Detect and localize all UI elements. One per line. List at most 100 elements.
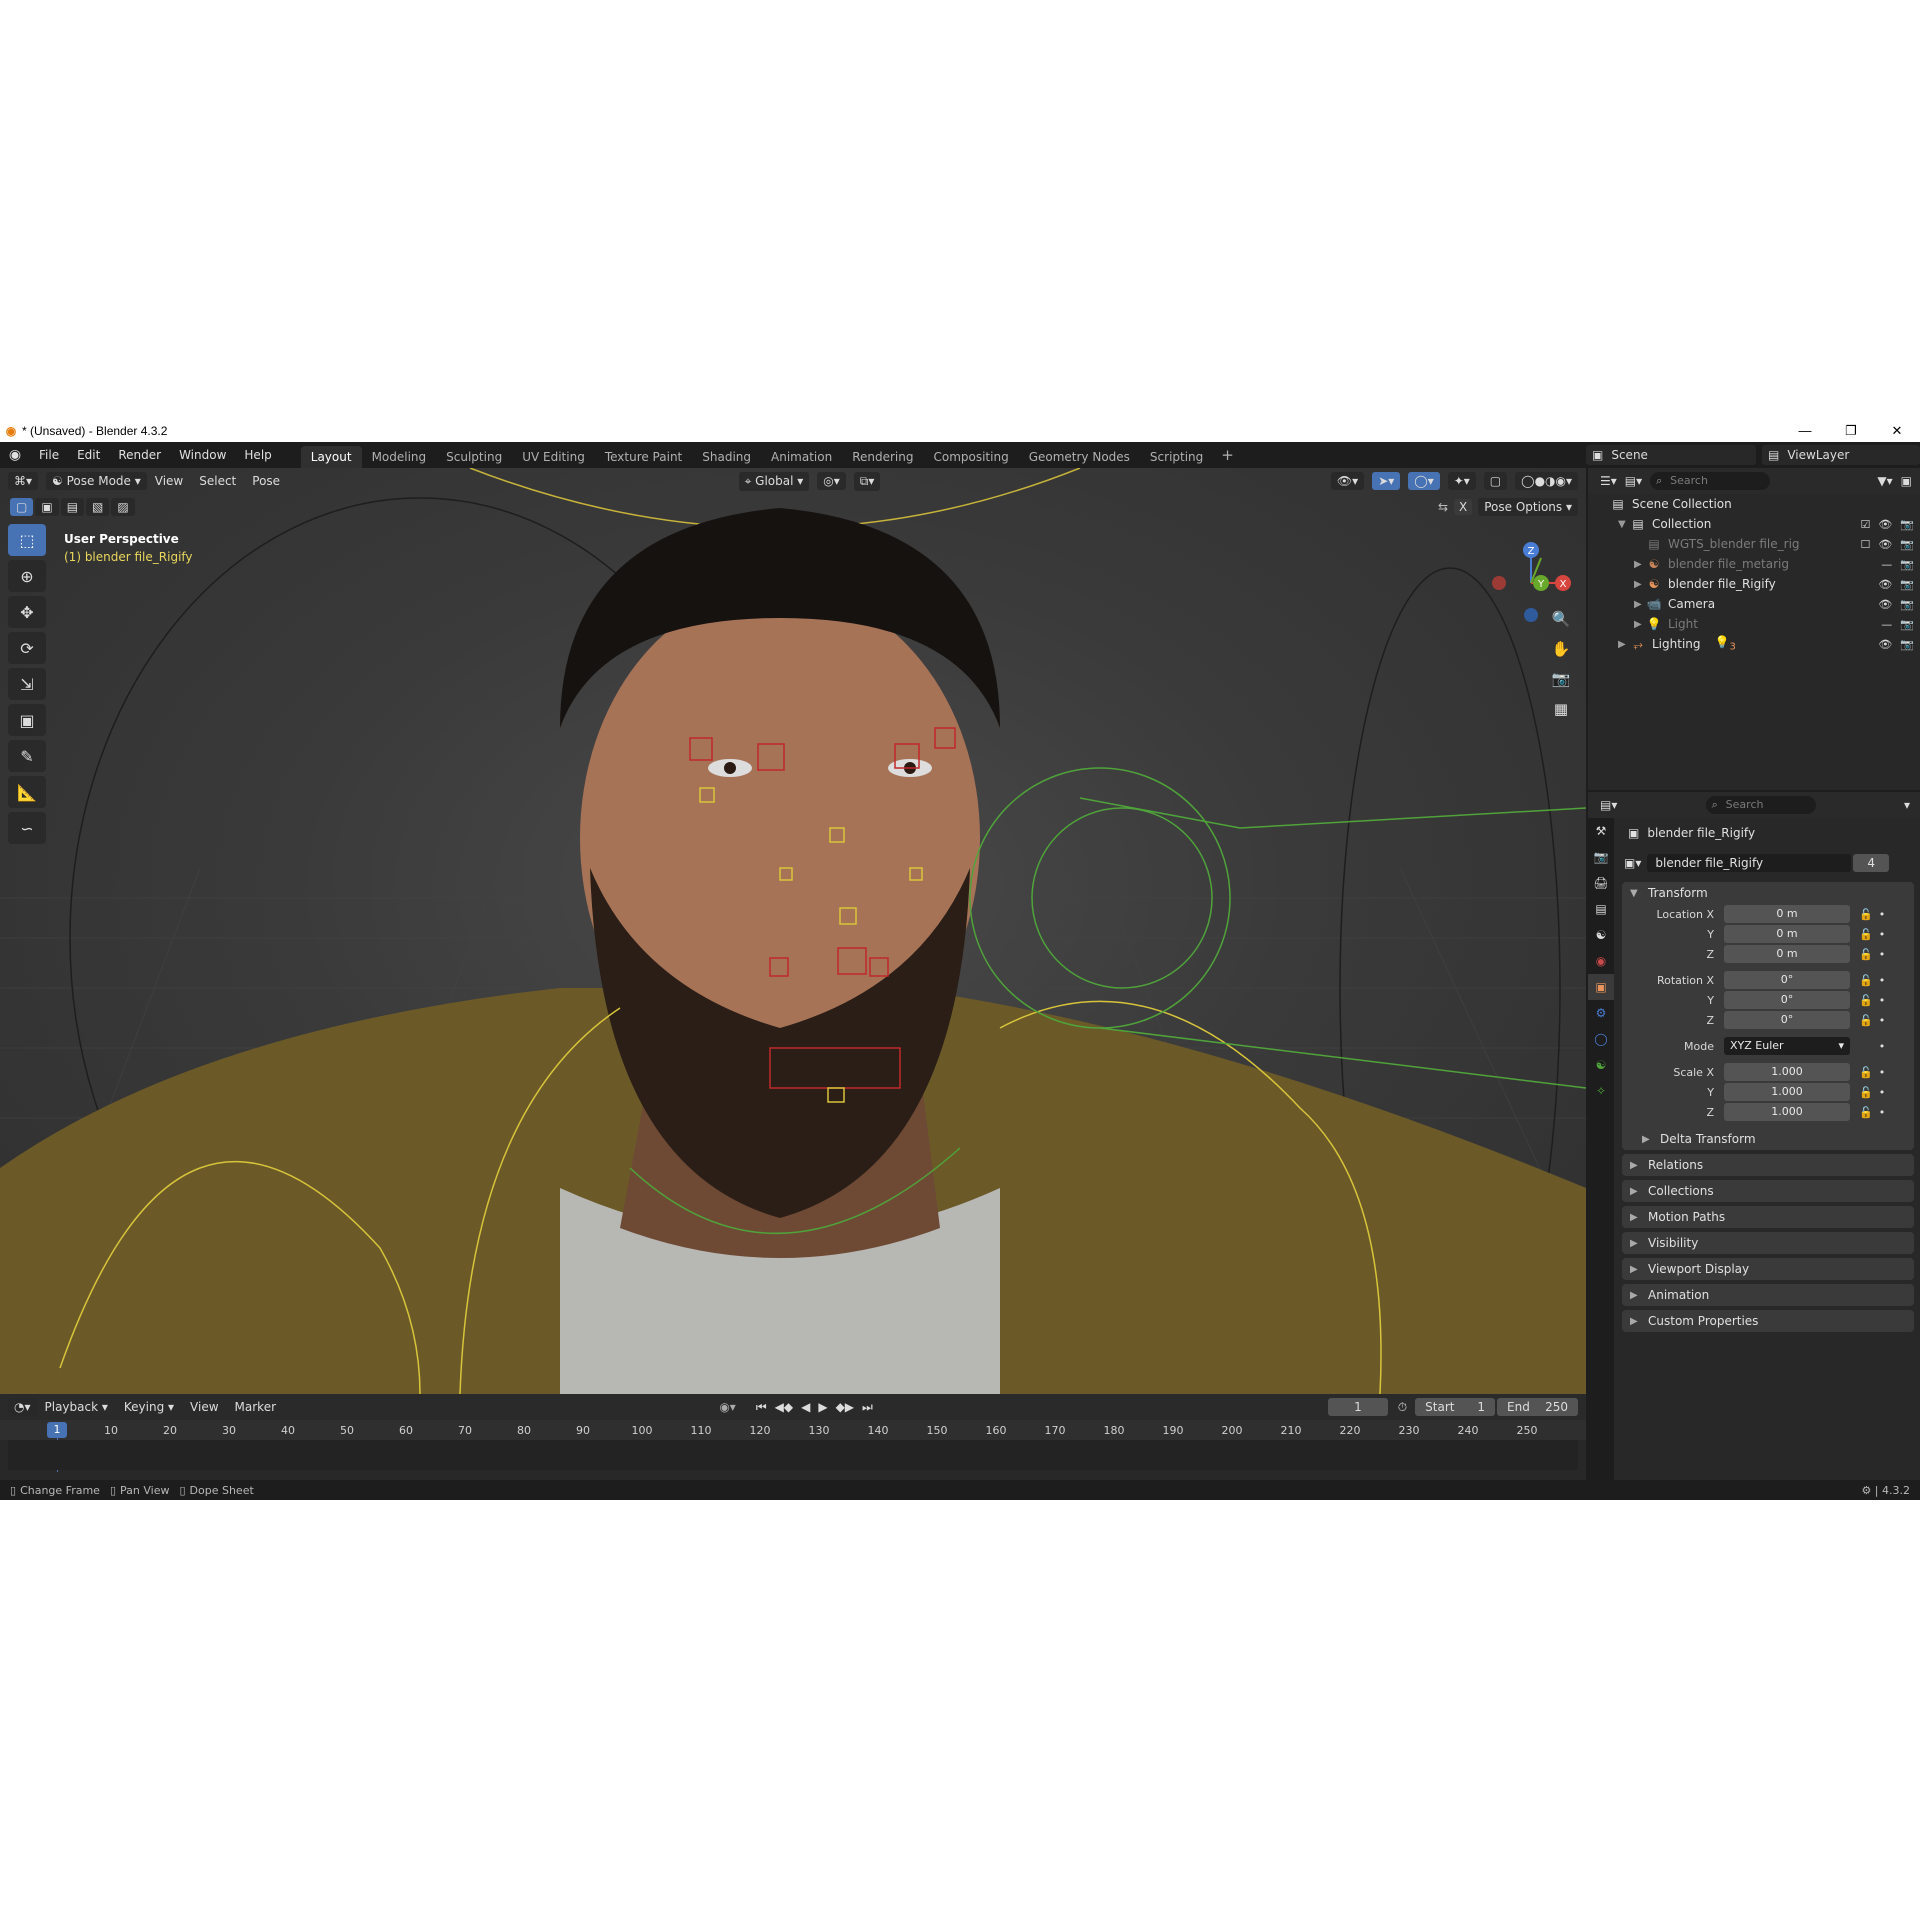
rotate-tool[interactable]: ⟳ — [8, 632, 46, 664]
tab-animation[interactable]: Animation — [761, 446, 842, 468]
select-box-tool[interactable]: ⬚ — [8, 524, 46, 556]
select-new-icon[interactable]: ▢ — [10, 498, 34, 516]
visibility-header[interactable]: ▶ Visibility — [1622, 1232, 1914, 1254]
tool-tab-icon[interactable]: ⚒ — [1588, 818, 1614, 844]
keyframe-dot-icon[interactable]: • — [1876, 1066, 1888, 1079]
collection-row[interactable]: ▼ ▤ Collection ☑ 👁 📷 — [1588, 514, 1920, 534]
keyframe-dot-icon[interactable]: • — [1876, 948, 1888, 961]
tab-modeling[interactable]: Modeling — [362, 446, 437, 468]
constraints-tab-icon[interactable]: ☯ — [1588, 1052, 1614, 1078]
keyframe-dot-icon[interactable]: • — [1876, 1086, 1888, 1099]
relations-panel[interactable]: ▶ Relations — [1622, 1154, 1914, 1176]
menu-pose[interactable]: Pose — [244, 474, 288, 488]
checkbox-icon[interactable]: ☐ — [1860, 538, 1870, 551]
output-tab-icon[interactable]: 🖨 — [1588, 870, 1614, 896]
tab-uv-editing[interactable]: UV Editing — [512, 446, 595, 468]
lock-icon[interactable]: 🔓 — [1856, 948, 1876, 961]
snap-icon[interactable]: ⧉▾ — [853, 471, 881, 491]
expand-arrow-icon[interactable]: ▶ — [1634, 579, 1646, 590]
mirror-icon[interactable]: ⇆ — [1438, 500, 1448, 514]
lock-icon[interactable]: 🔓 — [1856, 974, 1876, 987]
editor-type-button[interactable]: ⌘▾ — [8, 472, 39, 490]
expand-arrow-icon[interactable]: ▶ — [1634, 599, 1646, 610]
lock-icon[interactable]: 🔓 — [1856, 928, 1876, 941]
lock-icon[interactable]: 🔓 — [1856, 1086, 1876, 1099]
view-layer-tab-icon[interactable]: ▤ — [1588, 896, 1614, 922]
maximize-button[interactable]: ❐ — [1828, 420, 1874, 442]
filter-icon[interactable]: ▼▾ — [1877, 474, 1892, 488]
eye-closed-icon[interactable]: — — [1881, 618, 1892, 631]
camera-view-icon[interactable]: 📷 — [1548, 666, 1574, 692]
eye-icon[interactable]: 👁 — [1878, 518, 1892, 531]
properties-editor-icon[interactable]: ▤▾ — [1600, 798, 1617, 812]
cursor-tool[interactable]: ⊕ — [8, 560, 46, 592]
menu-render[interactable]: Render — [109, 442, 170, 468]
shading-modes-icon[interactable]: ◯●◑◉▾ — [1515, 472, 1579, 490]
add-workspace-icon[interactable]: + — [1213, 446, 1242, 464]
gizmo-toggle-icon[interactable]: ➤▾ — [1372, 472, 1401, 490]
close-button[interactable]: ✕ — [1874, 420, 1920, 442]
menu-timeline-view[interactable]: View — [182, 1400, 226, 1414]
menu-marker[interactable]: Marker — [227, 1400, 284, 1414]
rotation-z-field[interactable]: 0° — [1724, 1011, 1850, 1029]
visibility-panel[interactable]: ▶ Visibility — [1622, 1232, 1914, 1254]
animation-header[interactable]: ▶ Animation — [1622, 1284, 1914, 1306]
lock-icon[interactable]: 🔓 — [1856, 994, 1876, 1007]
keyframe-dot-icon[interactable]: • — [1876, 928, 1888, 941]
viewport-display-panel[interactable]: ▶ Viewport Display — [1622, 1258, 1914, 1280]
measure-tool[interactable]: 📐 — [8, 776, 46, 808]
transform-orientation-selector[interactable]: ⌖ Global ▾ — [738, 471, 810, 491]
location-x-field[interactable]: 0 m — [1724, 905, 1850, 923]
tab-sculpting[interactable]: Sculpting — [436, 446, 512, 468]
tab-scripting[interactable]: Scripting — [1140, 446, 1213, 468]
collections-header[interactable]: ▶ Collections — [1622, 1180, 1914, 1202]
location-z-field[interactable]: 0 m — [1724, 945, 1850, 963]
prev-keyframe-icon[interactable]: ◀◆ — [775, 1400, 793, 1415]
3d-viewport[interactable]: ⌘▾ ☯ Pose Mode ▾ View Select Pose ⌖ Glob… — [0, 468, 1586, 1394]
rotation-y-field[interactable]: 0° — [1724, 991, 1850, 1009]
camera-render-icon[interactable]: 📷 — [1900, 558, 1914, 571]
mode-selector[interactable]: ☯ Pose Mode ▾ — [46, 472, 147, 490]
timeline-ruler[interactable]: 10 20 30 40 50 60 70 80 90 100 110 120 1… — [0, 1420, 1586, 1440]
lock-icon[interactable]: 🔓 — [1856, 1014, 1876, 1027]
menu-edit[interactable]: Edit — [68, 442, 109, 468]
scale-z-field[interactable]: 1.000 — [1724, 1103, 1850, 1121]
expand-arrow-icon[interactable]: ▶ — [1634, 619, 1646, 630]
camera-render-icon[interactable]: 📷 — [1900, 538, 1914, 551]
transform-tool[interactable]: ▣ — [8, 704, 46, 736]
camera-render-icon[interactable]: 📷 — [1900, 518, 1914, 531]
motion-paths-panel[interactable]: ▶ Motion Paths — [1622, 1206, 1914, 1228]
outliner-item-camera[interactable]: ▶ 📹 Camera 👁 📷 — [1588, 594, 1920, 614]
modifier-tab-icon[interactable]: ⚙ — [1588, 1000, 1614, 1026]
outliner-search-input[interactable]: Search — [1650, 472, 1771, 490]
playhead-frame-badge[interactable]: 1 — [47, 1422, 67, 1438]
eye-icon[interactable]: 👁 — [1878, 638, 1892, 651]
timeline-editor-icon[interactable]: ◔▾ — [8, 1398, 37, 1416]
start-frame-field[interactable]: Start 1 — [1415, 1398, 1496, 1416]
zoom-icon[interactable]: 🔍 — [1548, 606, 1574, 632]
animation-panel[interactable]: ▶ Animation — [1622, 1284, 1914, 1306]
annotate-tool[interactable]: ✎ — [8, 740, 46, 772]
menu-window[interactable]: Window — [170, 442, 235, 468]
new-collection-icon[interactable]: ▣ — [1901, 474, 1912, 488]
keyframe-dot-icon[interactable]: • — [1876, 1040, 1888, 1053]
motion-paths-header[interactable]: ▶ Motion Paths — [1622, 1206, 1914, 1228]
scene-tab-icon[interactable]: ☯ — [1588, 922, 1614, 948]
ortho-grid-icon[interactable]: ▦ — [1548, 696, 1574, 722]
viewlayer-selector[interactable]: ▤ ViewLayer — [1762, 445, 1920, 465]
visibility-icon[interactable]: 👁▾ — [1330, 472, 1365, 490]
xray-icon[interactable]: ▢ — [1483, 472, 1508, 490]
outliner-item-lighting[interactable]: ▶ ⥅ Lighting 💡3 👁 📷 — [1588, 634, 1920, 654]
timeline-track[interactable] — [8, 1440, 1578, 1470]
collapse-arrow-icon[interactable]: ▼ — [1618, 519, 1630, 530]
collections-panel[interactable]: ▶ Collections — [1622, 1180, 1914, 1202]
keyframe-dot-icon[interactable]: • — [1876, 908, 1888, 921]
render-tab-icon[interactable]: 📷 — [1588, 844, 1614, 870]
display-mode-icon[interactable]: ▤▾ — [1625, 474, 1642, 488]
select-intersect-icon[interactable]: ▨ — [111, 498, 135, 516]
pose-options-dropdown[interactable]: Pose Options ▾ — [1478, 498, 1578, 516]
world-tab-icon[interactable]: ◉ — [1588, 948, 1614, 974]
scene-selector[interactable]: ▣ Scene — [1586, 445, 1756, 465]
tab-layout[interactable]: Layout — [300, 446, 362, 468]
lock-icon[interactable]: 🔓 — [1856, 908, 1876, 921]
